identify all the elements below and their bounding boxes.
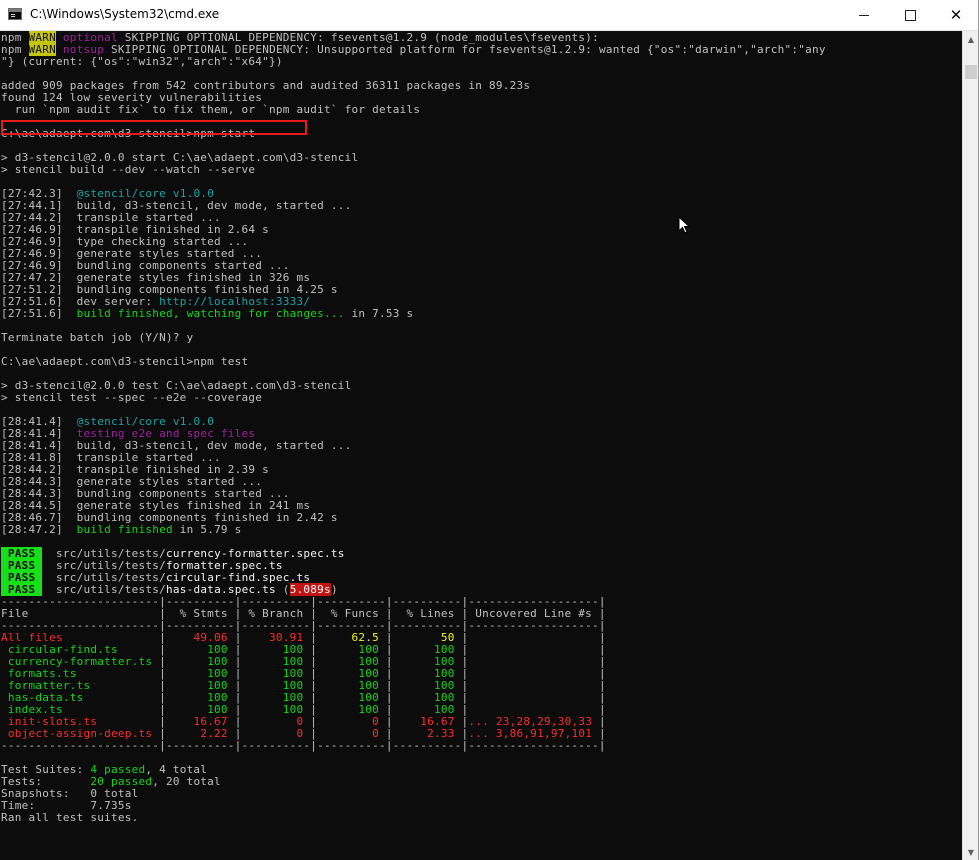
window-title: C:\Windows\System32\cmd.exe (30, 7, 220, 21)
terminal-line: run `npm audit fix` to fix them, or `npm… (1, 104, 420, 116)
terminal-line: C:\ae\adaept.com\d3-stencil>npm test (1, 356, 248, 368)
terminal-line: [27:51.6] build finished, watching for c… (1, 308, 413, 320)
terminal-line: Terminate batch job (Y/N)? y (1, 332, 193, 344)
title-bar[interactable]: C:\Windows\System32\cmd.exe ✕ (0, 0, 978, 31)
scrollbar-thumb[interactable] (965, 65, 977, 79)
minimize-icon (859, 14, 869, 16)
terminal-text-segment: run `npm audit fix` to fix them, or `npm… (1, 103, 421, 116)
scroll-up-arrow-icon[interactable]: ▲ (963, 31, 978, 47)
mouse-pointer-icon (678, 216, 690, 234)
terminal-text-segment: C:\ae\adaept.com\d3-stencil>npm test (1, 355, 249, 368)
terminal-text-segment: , 20 total (152, 775, 221, 788)
close-button[interactable]: ✕ (933, 0, 978, 30)
maximize-icon (904, 9, 916, 21)
terminal-line: > stencil test --spec --e2e --coverage (1, 392, 262, 404)
scroll-down-arrow-icon[interactable]: ▼ (963, 844, 978, 860)
cmd-window: C:\Windows\System32\cmd.exe ✕ npm WARN o… (0, 0, 979, 860)
minimize-button[interactable] (841, 0, 887, 30)
terminal-output[interactable]: npm WARN optional SKIPPING OPTIONAL DEPE… (0, 31, 962, 860)
maximize-button[interactable] (887, 0, 933, 30)
terminal-text-segment: -----------------------|----------|-----… (1, 739, 606, 752)
terminal-text-segment: Ran all test suites. (1, 811, 139, 824)
terminal-line: Ran all test suites. (1, 812, 138, 824)
vertical-scrollbar[interactable]: ▲ ▼ (962, 31, 978, 860)
terminal-text-segment: [28:47.2] (1, 523, 77, 536)
terminal-line: [28:47.2] build finished in 5.79 s (1, 524, 242, 536)
command-prompt-icon (8, 8, 22, 20)
terminal-text-segment: "} (current: {"os":"win32","arch":"x64"}… (1, 55, 283, 68)
vulnerability-highlight-box (1, 120, 307, 135)
terminal-text-segment: in 5.79 s (172, 523, 242, 536)
terminal-text-segment: > stencil test --spec --e2e --coverage (1, 391, 263, 404)
terminal-text-segment: build finished, watching for changes... (76, 307, 345, 320)
terminal-text-segment: [27:51.6] (1, 307, 77, 320)
close-icon: ✕ (949, 5, 963, 24)
terminal-text-segment: build finished (76, 523, 173, 536)
terminal-line: > stencil build --dev --watch --serve (1, 164, 255, 176)
terminal-text-segment: Terminate batch job (Y/N)? y (1, 331, 194, 344)
terminal-text-segment: > stencil build --dev --watch --serve (1, 163, 256, 176)
terminal-line: "} (current: {"os":"win32","arch":"x64"}… (1, 56, 283, 68)
terminal-text-segment: in 7.53 s (344, 307, 414, 320)
terminal-line: -----------------------|----------|-----… (1, 740, 606, 752)
